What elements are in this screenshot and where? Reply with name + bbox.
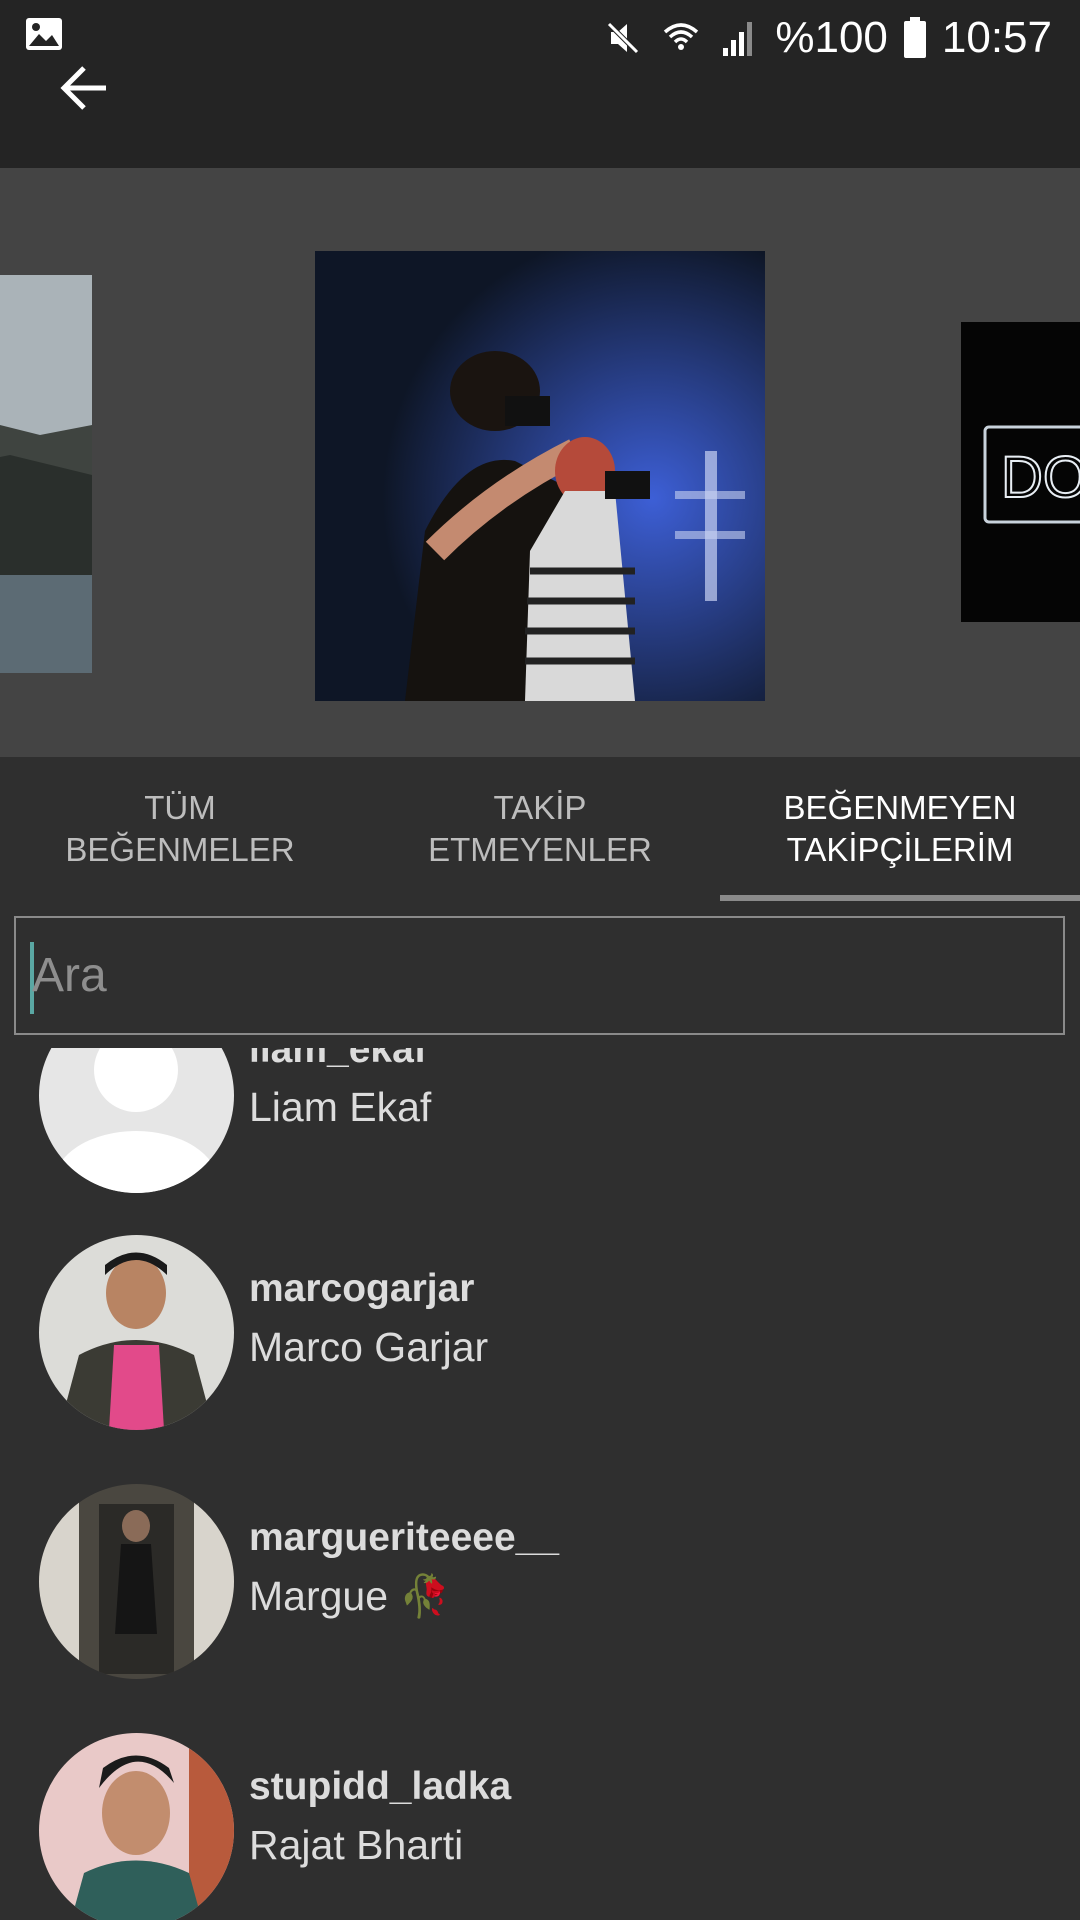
photographers-concert-photo[interactable] xyxy=(315,251,765,701)
avatar xyxy=(39,1484,234,1679)
user-list[interactable]: liam_ekaf Liam Ekaf marcogarjar Marco Ga… xyxy=(0,1048,1080,1920)
status-bar: %100 10:57 xyxy=(0,0,1080,76)
full-name: Margue 🥀 xyxy=(249,1573,451,1619)
username: liam_ekaf xyxy=(249,1048,427,1071)
default-avatar xyxy=(39,1048,234,1193)
clock: 10:57 xyxy=(941,13,1052,62)
full-name: Rajat Bharti xyxy=(249,1822,464,1868)
post-carousel[interactable]: DO S xyxy=(0,168,1080,757)
wifi-icon xyxy=(659,16,703,60)
tab-label: TÜM BEĞENMELER xyxy=(65,789,295,868)
active-tab-indicator xyxy=(720,895,1080,901)
username: stupidd_ladka xyxy=(249,1765,512,1808)
tab-bar: TÜM BEĞENMELER TAKİP ETMEYENLER BEĞENMEY… xyxy=(0,757,1080,901)
tab-not-following[interactable]: TAKİP ETMEYENLER xyxy=(360,757,720,901)
tab-label: BEĞENMEYEN TAKİPÇİLERİM xyxy=(783,789,1017,868)
list-item[interactable]: margueriteeee__ Margue 🥀 xyxy=(0,1484,1080,1733)
landscape-photo[interactable] xyxy=(0,275,92,673)
full-name: Marco Garjar xyxy=(249,1324,489,1370)
full-name: Liam Ekaf xyxy=(249,1084,432,1130)
list-item[interactable]: stupidd_ladka Rajat Bharti xyxy=(0,1733,1080,1920)
arrow-left-icon xyxy=(60,66,106,110)
tab-label: TAKİP ETMEYENLER xyxy=(428,789,652,868)
battery-percent: %100 xyxy=(775,13,888,62)
avatar xyxy=(39,1733,234,1920)
avatar xyxy=(39,1235,234,1430)
tab-non-liking-followers[interactable]: BEĞENMEYEN TAKİPÇİLERİM xyxy=(720,757,1080,901)
list-item[interactable]: marcogarjar Marco Garjar xyxy=(0,1235,1080,1484)
username: margueriteeee__ xyxy=(249,1516,560,1559)
battery-icon xyxy=(902,16,928,60)
search-input[interactable] xyxy=(32,918,1042,1033)
svg-text:DO S: DO S xyxy=(1001,445,1080,510)
username: marcogarjar xyxy=(249,1267,475,1310)
mute-icon xyxy=(601,16,645,60)
top-app-bar: %100 10:57 xyxy=(0,0,1080,168)
search-box xyxy=(14,916,1065,1035)
signal-icon xyxy=(717,16,761,60)
neon-sign-photo[interactable]: DO S xyxy=(961,322,1080,622)
back-button[interactable] xyxy=(40,44,128,132)
tab-all-likes[interactable]: TÜM BEĞENMELER xyxy=(0,757,360,901)
list-item[interactable]: liam_ekaf Liam Ekaf xyxy=(0,1048,1080,1247)
